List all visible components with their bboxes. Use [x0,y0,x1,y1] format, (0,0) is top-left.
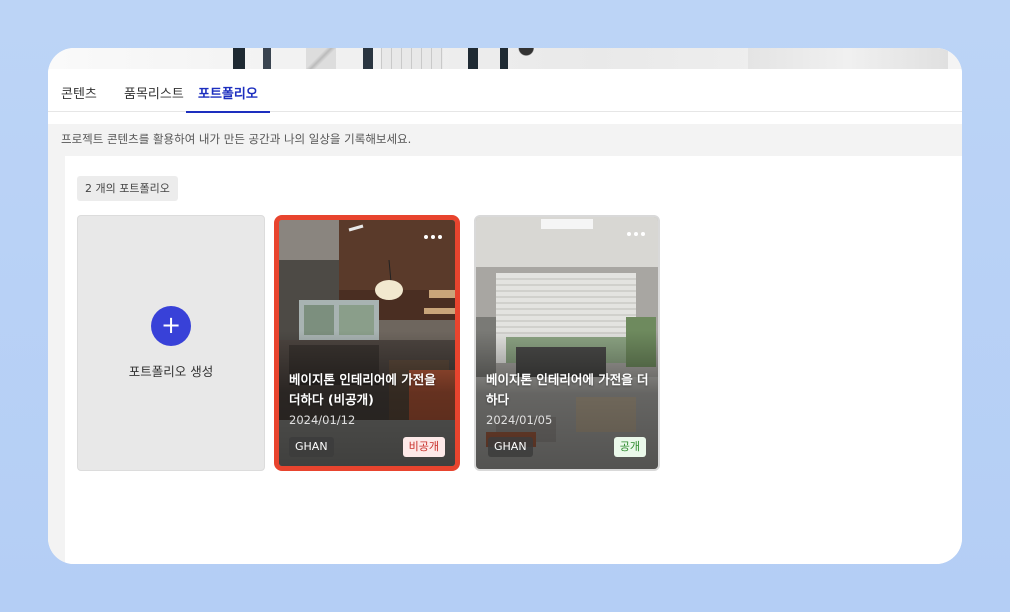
portfolio-panel: 2 개의 포트폴리오 + 포트폴리오 생성 베이지톤 인테리어에 가전을 더하다… [65,156,962,564]
app-window: 콘텐츠 품목리스트 포트폴리오 프로젝트 콘텐츠를 활용하여 내가 만든 공간과… [48,48,962,564]
plus-icon[interactable]: + [151,306,191,346]
create-portfolio-card[interactable]: + 포트폴리오 생성 [77,215,265,471]
create-portfolio-label: 포트폴리오 생성 [128,364,214,379]
portfolio-content-area: 프로젝트 콘텐츠를 활용하여 내가 만든 공간과 나의 일상을 기록해보세요. … [48,124,962,564]
header-banner-image [48,48,962,69]
portfolio-card-date: 2024/01/12 [289,413,356,427]
tab-portfolio[interactable]: 포트폴리오 [186,69,270,113]
portfolio-card[interactable]: 베이지톤 인테리어에 가전을 더하다 2024/01/05 GHAN 공개 [474,215,660,471]
portfolio-card-title: 베이지톤 인테리어에 가전을 더하다 [486,372,649,407]
tab-contents[interactable]: 콘텐츠 [61,69,97,112]
tab-item-list[interactable]: 품목리스트 [124,69,184,112]
portfolio-description: 프로젝트 콘텐츠를 활용하여 내가 만든 공간과 나의 일상을 기록해보세요. [61,132,412,146]
portfolio-card-date: 2024/01/05 [486,413,553,427]
more-options-icon[interactable] [626,227,648,241]
portfolio-count-badge: 2 개의 포트폴리오 [77,176,178,201]
visibility-badge-private: 비공개 [402,437,445,457]
author-badge: GHAN [289,437,334,457]
visibility-badge-public: 공개 [613,437,646,457]
more-options-icon[interactable] [423,230,445,244]
portfolio-card[interactable]: 베이지톤 인테리어에 가전을 더하다 (비공개) 2024/01/12 GHAN… [274,215,460,471]
tab-bar: 콘텐츠 품목리스트 포트폴리오 [48,69,962,113]
author-badge: GHAN [488,437,533,457]
portfolio-card-title: 베이지톤 인테리어에 가전을 더하다 (비공개) [289,372,436,407]
